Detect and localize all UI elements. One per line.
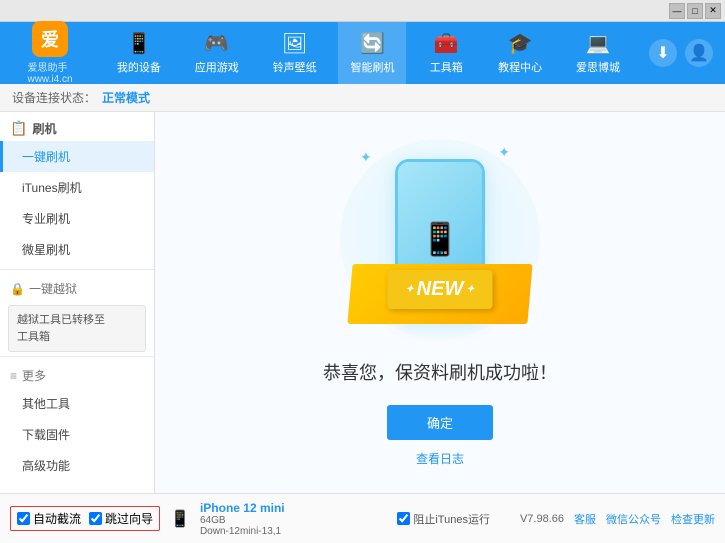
- nav-toolbox[interactable]: 🧰 工具箱: [416, 22, 476, 84]
- main-content: 📋 刷机 一键刷机 iTunes刷机 专业刷机 微星刷机 🔒 一键越狱 越狱工具…: [0, 112, 725, 493]
- logo-text: 爱思助手 www.i4.cn: [27, 59, 72, 85]
- device-info-area: 📱 iPhone 12 mini 64GB Down-12mini-13,1: [170, 501, 285, 537]
- sparkle-2: ✦: [498, 144, 510, 161]
- header: 爱 爱思助手 www.i4.cn 📱 我的设备 🎮 应用游戏 🖼 铃声壁纸 🔄 …: [0, 22, 725, 84]
- skip-guide-input[interactable]: [89, 512, 102, 525]
- header-right: ⬇ 👤: [637, 39, 725, 67]
- success-text: 恭喜您，保资料刷机成功啦！: [323, 359, 557, 385]
- device-storage: 64GB: [200, 515, 285, 526]
- sidebar-jailbreak-header: 🔒 一键越狱: [0, 274, 154, 301]
- logo-area: 爱 爱思助手 www.i4.cn: [0, 21, 100, 85]
- title-bar: — □ ✕: [0, 0, 725, 22]
- flash-section-icon: 📋: [10, 120, 27, 137]
- tutorial-icon: 🎓: [508, 31, 533, 56]
- smart-flash-icon: 🔄: [360, 31, 385, 56]
- wechat-link[interactable]: 微信公众号: [606, 511, 661, 527]
- nav-store[interactable]: 💻 爱思博城: [564, 22, 632, 84]
- nav-my-device[interactable]: 📱 我的设备: [105, 22, 173, 84]
- sidebar-item-pro-flash[interactable]: 专业刷机: [0, 203, 154, 234]
- content-area: ✦ ✦ ✦ 📱 NEW 恭喜您，保资料刷机成功啦！ 确定 查看日志: [155, 112, 725, 493]
- sidebar-divider-1: [0, 269, 154, 270]
- confirm-button[interactable]: 确定: [387, 405, 493, 440]
- sparkle-1: ✦: [360, 149, 372, 166]
- sidebar-item-save-flash[interactable]: 微星刷机: [0, 234, 154, 265]
- block-itunes-checkbox[interactable]: 阻止iTunes运行: [397, 511, 490, 527]
- skip-guide-checkbox[interactable]: 跳过向导: [89, 510, 153, 527]
- minimize-btn[interactable]: —: [669, 3, 685, 19]
- auto-limit-input[interactable]: [17, 512, 30, 525]
- sidebar: 📋 刷机 一键刷机 iTunes刷机 专业刷机 微星刷机 🔒 一键越狱 越狱工具…: [0, 112, 155, 493]
- success-illustration: ✦ ✦ ✦ 📱 NEW: [340, 139, 540, 339]
- close-btn[interactable]: ✕: [705, 3, 721, 19]
- customer-service-link[interactable]: 客服: [574, 511, 596, 527]
- nav-tutorial[interactable]: 🎓 教程中心: [486, 22, 554, 84]
- apps-icon: 🎮: [204, 31, 229, 56]
- download-btn[interactable]: ⬇: [649, 39, 677, 67]
- device-name: iPhone 12 mini: [200, 501, 285, 515]
- store-icon: 💻: [586, 31, 611, 56]
- sidebar-item-other-tools[interactable]: 其他工具: [0, 388, 154, 419]
- device-info: iPhone 12 mini 64GB Down-12mini-13,1: [200, 501, 285, 537]
- wallpaper-icon: 🖼: [282, 31, 307, 56]
- sidebar-item-advanced[interactable]: 高级功能: [0, 450, 154, 481]
- sidebar-item-one-key-flash[interactable]: 一键刷机: [0, 141, 154, 172]
- sidebar-item-itunes-flash[interactable]: iTunes刷机: [0, 172, 154, 203]
- user-btn[interactable]: 👤: [685, 39, 713, 67]
- phone-screen-icon: 📱: [420, 220, 460, 258]
- device-icon: 📱: [170, 509, 190, 529]
- auto-limit-checkbox[interactable]: 自动截流: [17, 510, 81, 527]
- nav-wallpaper[interactable]: 🖼 铃声壁纸: [261, 22, 329, 84]
- nav-smart-flash[interactable]: 🔄 智能刷机: [338, 22, 406, 84]
- more-section-icon: ≡: [10, 369, 17, 383]
- status-value: 正常模式: [102, 89, 150, 106]
- nav-apps-games[interactable]: 🎮 应用游戏: [183, 22, 251, 84]
- device-system: Down-12mini-13,1: [200, 526, 285, 537]
- jailbreak-notice: 越狱工具已转移至工具箱: [8, 305, 146, 352]
- nav-items: 📱 我的设备 🎮 应用游戏 🖼 铃声壁纸 🔄 智能刷机 🧰 工具箱 🎓 教程中心…: [100, 22, 637, 84]
- toolbox-icon: 🧰: [434, 31, 459, 56]
- my-device-icon: 📱: [126, 31, 151, 56]
- sidebar-section-flash: 📋 刷机: [0, 112, 154, 141]
- sidebar-section-more: ≡ 更多: [0, 361, 154, 388]
- new-badge: NEW: [387, 270, 492, 309]
- maximize-btn[interactable]: □: [687, 3, 703, 19]
- bottom-bar: 自动截流 跳过向导 📱 iPhone 12 mini 64GB Down-12m…: [0, 493, 725, 543]
- history-link[interactable]: 查看日志: [416, 450, 464, 467]
- logo-icon: 爱: [32, 21, 68, 57]
- sidebar-item-download-firmware[interactable]: 下载固件: [0, 419, 154, 450]
- check-update-link[interactable]: 检查更新: [671, 511, 715, 527]
- sidebar-divider-2: [0, 356, 154, 357]
- window-controls[interactable]: — □ ✕: [669, 3, 721, 19]
- lock-icon: 🔒: [10, 282, 25, 296]
- checkbox-group: 自动截流 跳过向导: [10, 506, 160, 531]
- status-bar: 设备连接状态： 正常模式: [0, 84, 725, 112]
- block-itunes-input[interactable]: [397, 512, 410, 525]
- status-label: 设备连接状态：: [12, 89, 96, 106]
